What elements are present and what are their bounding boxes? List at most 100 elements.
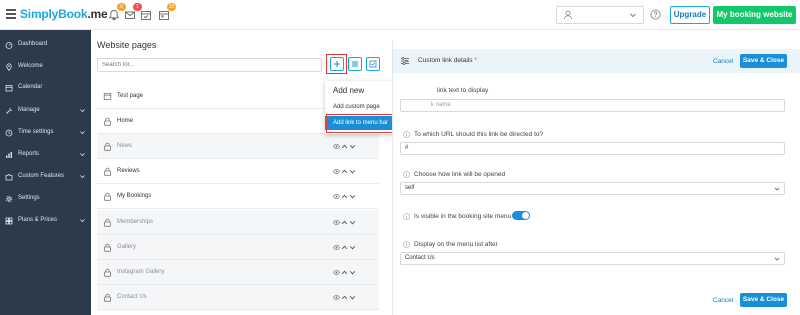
cancel-link-top[interactable]: Cancel — [713, 58, 733, 65]
display-after-select[interactable]: Contact Us — [400, 252, 785, 265]
chevron-down-icon — [774, 257, 780, 261]
sidebar-item-time-settings[interactable]: Time settings — [0, 123, 91, 143]
chevron-down-icon — [80, 131, 85, 135]
user-icon — [564, 10, 572, 20]
hamburger-menu-icon[interactable] — [6, 9, 16, 19]
eye-icon[interactable] — [333, 193, 340, 200]
visible-toggle[interactable] — [512, 211, 530, 220]
sidebar-item-calendar[interactable]: Calendar — [0, 78, 91, 98]
eye-icon[interactable] — [333, 294, 340, 301]
move-down-icon[interactable] — [349, 294, 356, 301]
calendar-icon[interactable]: 10 — [158, 3, 176, 21]
move-up-icon[interactable] — [341, 143, 348, 150]
move-down-icon[interactable] — [349, 193, 356, 200]
calendar-icon — [5, 85, 13, 92]
top-bar: SimplyBook.me 0 1 10 Upgrade My booking … — [0, 0, 800, 30]
my-booking-website-button[interactable]: My booking website — [713, 6, 796, 24]
page-row[interactable]: News — [97, 134, 379, 159]
move-up-icon[interactable] — [341, 219, 348, 226]
display-after-label: Display on the menu list after — [414, 241, 498, 248]
cancel-link-bottom[interactable]: Cancel — [713, 297, 733, 304]
move-up-icon[interactable] — [341, 269, 348, 276]
row-actions — [333, 193, 359, 201]
checkbox-icon — [369, 60, 377, 68]
page-row[interactable]: Gallery — [97, 235, 379, 260]
move-down-icon[interactable] — [349, 219, 356, 226]
calendar-check-icon[interactable] — [140, 9, 152, 21]
open-mode-label: Choose how link will be opened — [414, 171, 506, 178]
lock-icon — [103, 268, 112, 277]
sidebar-item-label: Calendar — [18, 84, 43, 90]
move-up-icon[interactable] — [341, 244, 348, 251]
sidebar-item-label: Plans & Prices — [18, 217, 58, 223]
page-row-label: Instagram Gallery — [117, 269, 165, 275]
link-name-input[interactable]: k name — [400, 99, 785, 112]
sidebar-item-label: Dashboard — [18, 41, 48, 47]
open-mode-select[interactable]: self — [400, 182, 785, 195]
page-row-label: Memberships — [117, 219, 154, 225]
eye-icon[interactable] — [333, 269, 340, 276]
sidebar-item-manage[interactable]: Manage — [0, 101, 91, 121]
lock-icon — [103, 167, 112, 176]
search-input[interactable] — [97, 58, 322, 72]
page-row[interactable]: Instagram Gallery — [97, 260, 379, 285]
page-row-label: News — [117, 143, 133, 149]
dropdown-header: Add new — [333, 86, 365, 95]
help-icon[interactable] — [650, 9, 661, 20]
logo-suffix: .me — [87, 7, 108, 21]
sidebar-item-welcome[interactable]: Welcome — [0, 57, 91, 77]
lock-icon — [103, 192, 112, 201]
page-row[interactable]: Contact Us — [97, 285, 379, 310]
page-row[interactable]: My Bookings — [97, 184, 379, 209]
chevron-down-icon — [80, 109, 85, 113]
move-up-icon[interactable] — [341, 168, 348, 175]
page-row-label: Gallery — [117, 244, 137, 250]
page-row-label: Contact Us — [117, 294, 147, 300]
url-input[interactable]: # — [400, 142, 785, 155]
page-row[interactable]: Reviews — [97, 159, 379, 184]
pin-icon — [6, 63, 12, 71]
lock-icon — [103, 293, 112, 302]
sidebar-item-label: Time settings — [18, 129, 54, 135]
bell-icon[interactable]: 0 — [108, 3, 126, 21]
logo[interactable]: SimplyBook.me — [20, 7, 108, 21]
plans-icon — [5, 217, 13, 225]
eye-icon[interactable] — [333, 143, 340, 150]
move-up-icon[interactable] — [341, 193, 348, 200]
link-text-label: link text to display — [437, 87, 489, 94]
user-select[interactable] — [556, 6, 644, 24]
sidebar-item-custom-features[interactable]: Custom Features — [0, 167, 91, 187]
eye-icon[interactable] — [333, 244, 340, 251]
page-row-label: My Bookings — [117, 193, 152, 199]
sidebar-item-settings[interactable]: Settings — [0, 189, 91, 209]
sidebar-item-reports[interactable]: Reports — [0, 145, 91, 165]
list-view-button[interactable] — [348, 57, 362, 71]
move-down-icon[interactable] — [349, 269, 356, 276]
row-actions — [333, 168, 359, 176]
info-icon — [403, 241, 410, 248]
move-down-icon[interactable] — [349, 168, 356, 175]
eye-icon[interactable] — [333, 168, 340, 175]
row-actions — [333, 143, 359, 151]
lock-icon — [103, 117, 112, 126]
eye-icon[interactable] — [333, 219, 340, 226]
sidebar-item-plans-prices[interactable]: Plans & Prices — [0, 211, 91, 231]
chart-icon — [6, 152, 12, 158]
lock-icon — [103, 243, 112, 252]
move-down-icon[interactable] — [349, 143, 356, 150]
envelope-icon[interactable]: 1 — [124, 3, 142, 21]
sidebar-item-dashboard[interactable]: Dashboard — [0, 35, 91, 55]
sidebar-item-label: Settings — [18, 195, 40, 201]
move-down-icon[interactable] — [349, 244, 356, 251]
upgrade-button[interactable]: Upgrade — [670, 6, 710, 24]
toggle-knob — [522, 212, 529, 219]
panel-header: Custom link details * — [393, 49, 800, 73]
save-close-button-top[interactable]: Save & Close — [740, 54, 787, 68]
row-actions — [333, 244, 359, 252]
sidebar: Dashboard Welcome Calendar Manage Time s… — [0, 30, 91, 315]
page-row[interactable]: Memberships — [97, 210, 379, 235]
save-close-button-bottom[interactable]: Save & Close — [740, 293, 787, 307]
sidebar-item-label: Custom Features — [18, 173, 65, 179]
move-up-icon[interactable] — [341, 294, 348, 301]
check-view-button[interactable] — [366, 57, 380, 71]
